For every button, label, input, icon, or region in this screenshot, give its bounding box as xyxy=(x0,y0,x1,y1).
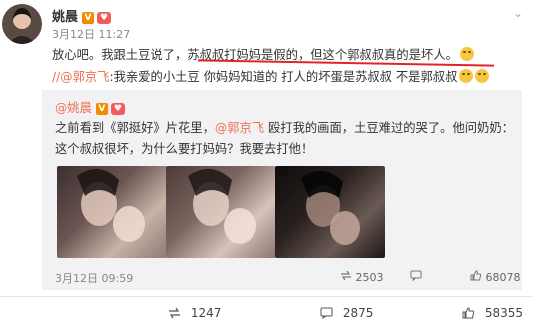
post-time[interactable]: 3月12日 11:27 xyxy=(52,26,130,42)
post-line-2: //@郭京飞:我亲爱的小土豆 你妈妈知道的 打人的坏蛋是苏叔叔 不是郭叔叔 xyxy=(52,66,522,88)
level-badge-icon: ♥ xyxy=(110,102,125,115)
repost-button[interactable]: 1247 xyxy=(168,306,221,320)
comment-icon xyxy=(410,270,422,282)
mention-link[interactable]: //@郭京飞 xyxy=(52,70,109,84)
repost-icon xyxy=(341,270,351,281)
thumbs-up-icon xyxy=(470,270,482,281)
repost-comment-count[interactable] xyxy=(410,270,422,284)
avatar[interactable] xyxy=(2,4,42,44)
repost-text: 之前看到《郭挺好》片花里，@郭京飞 殴打我的画面，土豆难过的哭了。他问奶奶：这个… xyxy=(55,121,514,156)
repost-time[interactable]: 3月12日 09:59 xyxy=(55,270,133,286)
photo-thumbnail[interactable] xyxy=(275,166,385,258)
emoji-icon xyxy=(475,69,490,83)
photo-thumbnail[interactable] xyxy=(166,166,276,258)
comment-icon xyxy=(320,307,333,320)
chevron-down-icon[interactable]: ⌄ xyxy=(513,6,523,20)
emoji-icon xyxy=(459,47,474,61)
level-badge-icon: ♥ xyxy=(97,11,112,24)
verified-badge-icon: V xyxy=(95,102,108,115)
repost-icon xyxy=(169,307,180,319)
verified-badge-icon: V xyxy=(82,11,95,24)
mention-link[interactable]: @郭京飞 xyxy=(215,121,264,135)
author-name[interactable]: 姚晨 xyxy=(52,10,78,25)
repost-share-count[interactable]: 2503 xyxy=(340,270,384,284)
post-author[interactable]: 姚晨 V ♥ xyxy=(52,6,112,25)
photo-thumbnail[interactable] xyxy=(57,166,167,258)
thumbs-up-icon xyxy=(462,307,475,319)
comment-button[interactable]: 2875 xyxy=(320,306,373,320)
post-text: 放心吧。我跟土豆说了，苏叔叔打妈妈是假的，但这个郭叔叔真的是坏人。 //@郭京飞… xyxy=(52,44,522,88)
divider xyxy=(0,296,533,297)
repost-author[interactable]: @姚晨 V ♥ xyxy=(55,98,125,116)
emoji-icon xyxy=(459,69,474,83)
like-button[interactable]: 58355 xyxy=(462,306,523,320)
repost-like-count[interactable]: 68078 xyxy=(470,270,521,284)
